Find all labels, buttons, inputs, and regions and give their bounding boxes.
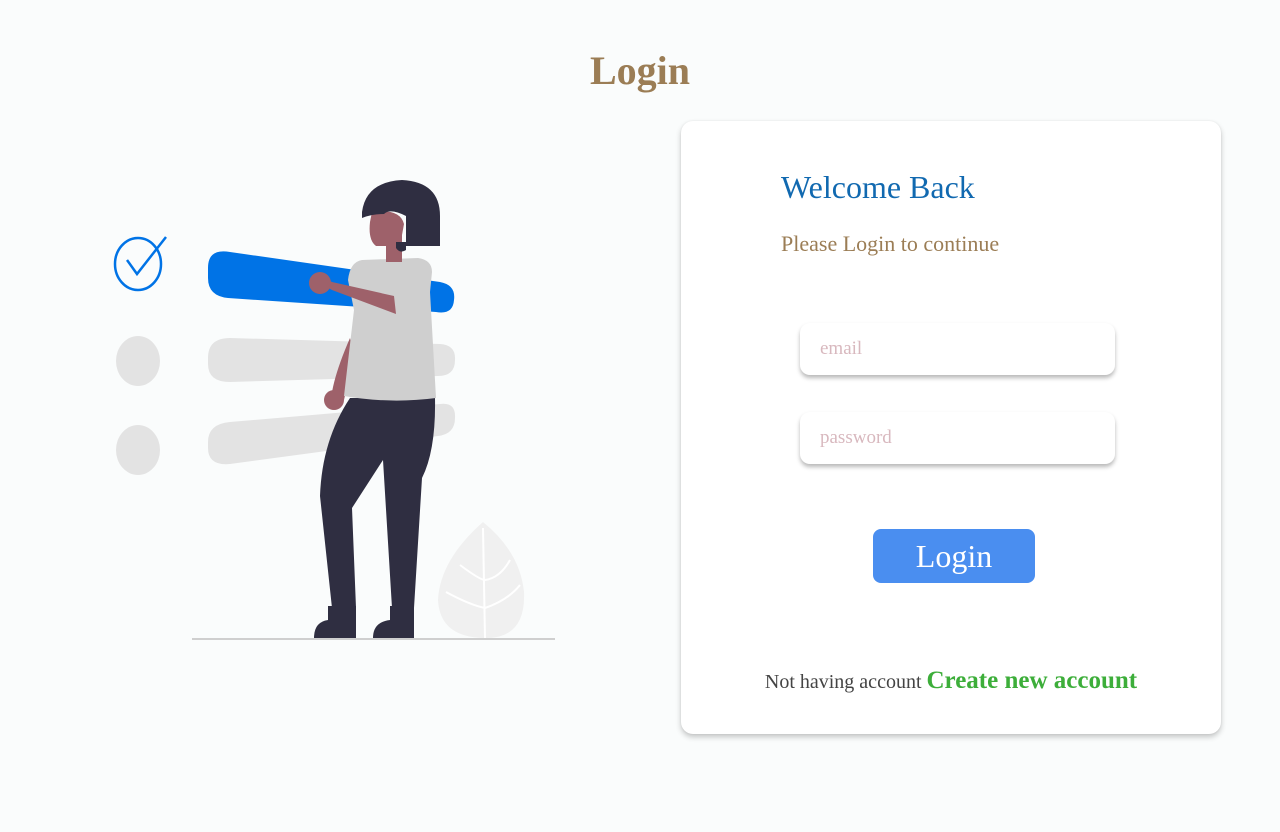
email-field[interactable]	[800, 323, 1115, 375]
unchecked-marker	[116, 336, 160, 386]
login-page: Login Welcome Back Please Login to conti…	[0, 0, 1280, 832]
page-title: Login	[589, 48, 691, 93]
leaf-icon	[438, 522, 525, 639]
welcome-heading: Welcome Back	[781, 169, 975, 205]
signup-prompt: Not having account	[764, 671, 922, 693]
checklist-illustration	[113, 180, 555, 640]
check-circle-icon	[113, 236, 167, 292]
login-button[interactable]: Login	[873, 529, 1035, 583]
password-field[interactable]	[800, 412, 1115, 464]
login-card: Welcome Back Please Login to continue Lo…	[681, 121, 1221, 734]
unchecked-marker	[116, 425, 160, 475]
signup-row: Not having account Create new account	[681, 667, 1221, 695]
create-account-link[interactable]: Create new account	[927, 667, 1138, 694]
login-subtitle: Please Login to continue	[781, 231, 1000, 256]
person-icon	[309, 180, 440, 638]
